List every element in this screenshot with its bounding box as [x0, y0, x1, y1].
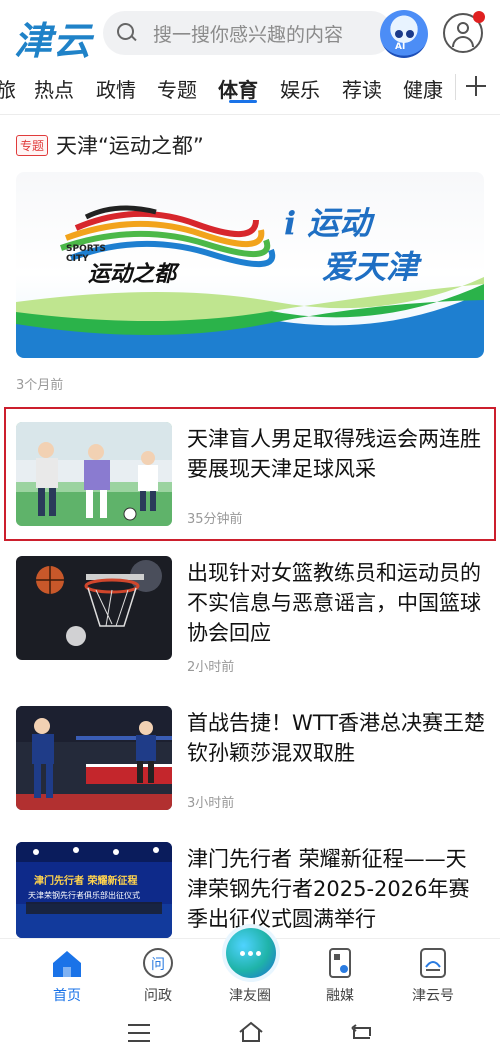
feature-banner[interactable]: SPORTS CITY 运动之都 i 运动 爱天津: [16, 172, 484, 358]
notification-dot: [473, 11, 485, 23]
article-thumbnail-football: [16, 422, 172, 526]
thumb-event-title: 津门先行者 荣耀新征程: [34, 876, 138, 887]
article-time: 3小时前: [187, 796, 235, 811]
tab-topics[interactable]: 专题: [157, 74, 197, 103]
search-bar[interactable]: 搜一搜你感兴趣的内容: [103, 11, 393, 55]
chat-bubble-icon[interactable]: [226, 928, 276, 978]
feature-heading[interactable]: 专题 天津“运动之都”: [16, 130, 204, 160]
ai-label: AI: [395, 42, 406, 52]
account-icon: [420, 948, 446, 978]
add-tab-plus-icon[interactable]: [466, 76, 486, 96]
profile-head: [457, 22, 469, 34]
banner-slogan-line2: 爱天津: [322, 248, 419, 286]
article-title: 天津盲人男足取得残运会两连胜 要展现天津足球风采: [187, 427, 481, 481]
tabs-divider: [455, 74, 456, 100]
system-navigation-bar: [0, 1010, 500, 1061]
active-tab-indicator: [229, 100, 257, 103]
nav-home-label: 首页: [53, 988, 81, 1004]
nav-friends-circle-label: 津友圈: [229, 988, 271, 1004]
svg-text:问: 问: [151, 957, 165, 973]
tab-travel[interactable]: 旅: [0, 74, 16, 103]
article-thumbnail-ceremony: 津门先行者 荣耀新征程 天津荣钢先行者俱乐部出征仪式: [16, 842, 172, 938]
home-icon: [53, 951, 81, 977]
topic-badge: 专题: [16, 134, 49, 156]
chat-dot: [256, 951, 261, 956]
media-icon: [329, 948, 351, 978]
nav-question-label: 问政: [144, 988, 172, 1004]
profile-body: [452, 36, 474, 47]
app-logo[interactable]: 津云: [14, 10, 92, 65]
nav-account[interactable]: 津云号: [393, 939, 473, 1011]
article-title: 出现针对女篮教练员和运动员的不实信息与恶意谣言，中国篮球协会回应: [187, 561, 481, 645]
back-icon[interactable]: [350, 1022, 374, 1044]
robot-eye-right: [406, 30, 414, 38]
search-placeholder: 搜一搜你感兴趣的内容: [153, 23, 344, 46]
search-icon: [117, 23, 137, 43]
article-time: 35分钟前: [187, 512, 243, 527]
question-icon: 问: [143, 948, 173, 978]
tab-sports[interactable]: 体育: [218, 74, 258, 103]
ai-robot-icon[interactable]: AI: [380, 10, 428, 58]
article-time: 2小时前: [187, 660, 235, 675]
top-header: 津云 搜一搜你感兴趣的内容 AI: [0, 0, 500, 68]
article-title: 津门先行者 荣耀新征程——天津荣钢先行者2025-2026年赛季出征仪式圆满举行: [187, 847, 470, 931]
banner-slogan-line1: i 运动: [284, 204, 372, 242]
nav-media[interactable]: 融媒: [300, 939, 380, 1011]
tab-recommended[interactable]: 荐读: [342, 74, 382, 103]
banner-city-text: 运动之都: [88, 262, 177, 287]
article-thumbnail-basketball: [16, 556, 172, 660]
app: 津云 搜一搜你感兴趣的内容 AI 旅 热点 政情 专题 体育 娱乐 荐读 健康 …: [0, 0, 500, 1061]
nav-home[interactable]: 首页: [27, 939, 107, 1011]
article-title: 首战告捷！WTT香港总决赛王楚钦孙颖莎混双取胜: [187, 711, 486, 765]
tab-hot[interactable]: 热点: [34, 74, 74, 103]
menu-icon[interactable]: [128, 1024, 150, 1042]
tab-politics[interactable]: 政情: [96, 74, 136, 103]
feature-title: 天津“运动之都”: [56, 134, 204, 158]
feature-time: 3个月前: [16, 378, 64, 393]
robot-eye-left: [395, 30, 403, 38]
nav-question[interactable]: 问 问政: [118, 939, 198, 1011]
tab-entertainment[interactable]: 娱乐: [280, 74, 320, 103]
profile-icon[interactable]: [443, 11, 485, 53]
chat-dot: [248, 951, 253, 956]
article-thumbnail-table-tennis: [16, 706, 172, 810]
system-home-icon[interactable]: [238, 1020, 264, 1044]
nav-media-label: 融媒: [326, 988, 354, 1004]
chat-dot: [240, 951, 245, 956]
thumb-event-subtitle: 天津荣钢先行者俱乐部出征仪式: [28, 891, 140, 900]
nav-account-label: 津云号: [412, 988, 454, 1004]
header-separator: [0, 114, 500, 115]
tab-health[interactable]: 健康: [403, 74, 443, 103]
